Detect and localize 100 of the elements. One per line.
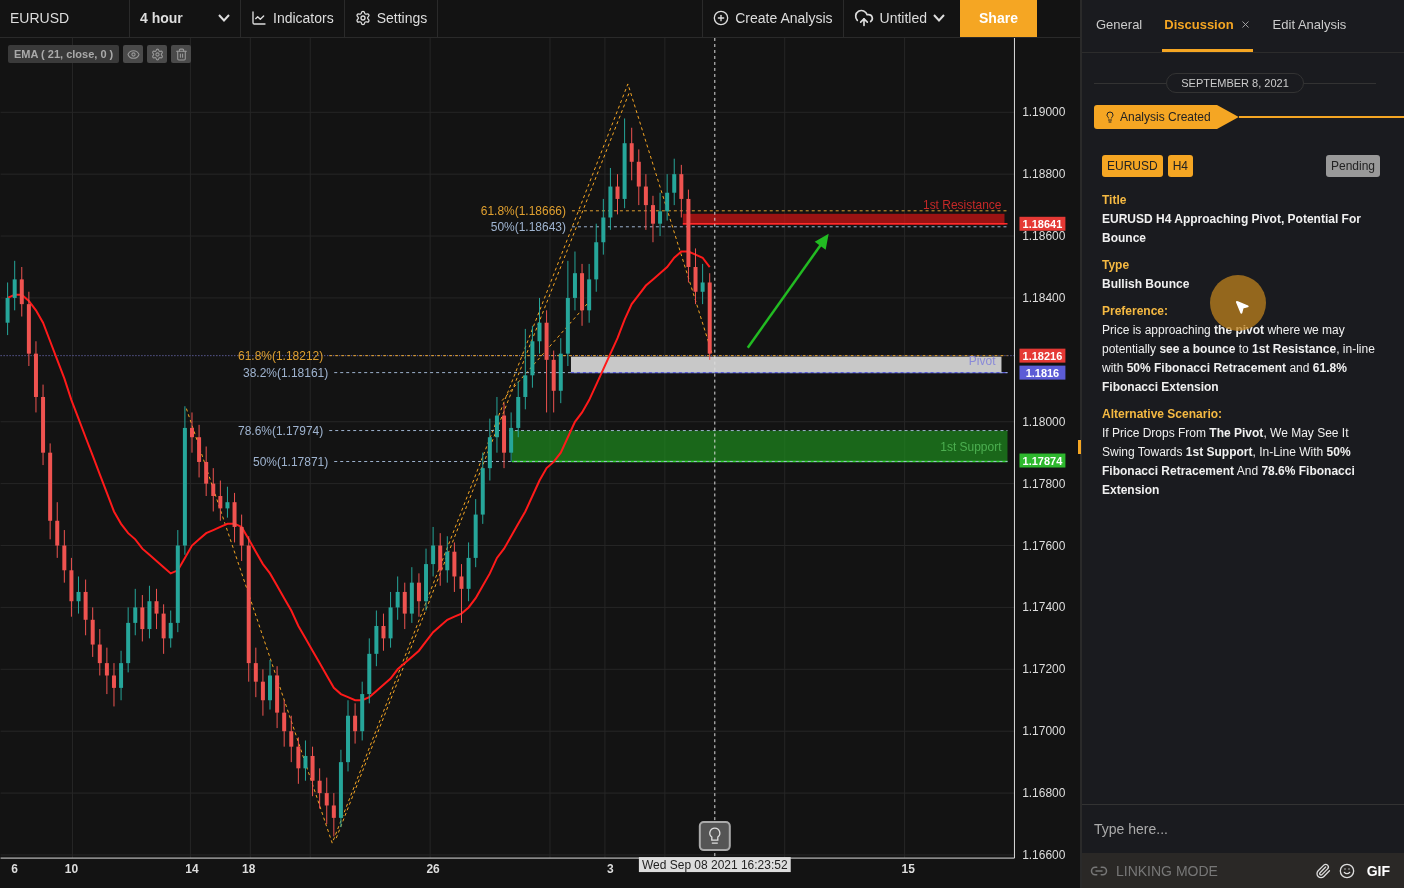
file-dropdown[interactable]: Untitled (843, 0, 956, 37)
candle (424, 548, 429, 611)
price-axis-label: 1.18000 (1022, 414, 1066, 429)
message-input[interactable]: Type here... (1092, 820, 1394, 838)
candle (360, 681, 365, 741)
candle (76, 575, 81, 615)
section-heading: Preference: (1102, 303, 1169, 320)
candle (665, 173, 670, 222)
support-zone[interactable] (512, 430, 1008, 462)
settings-button[interactable]: Settings (344, 0, 439, 37)
candle (353, 702, 358, 745)
section-heading: Alternative Scenario: (1102, 406, 1223, 423)
candle (140, 594, 145, 642)
candle (154, 588, 159, 630)
candle (90, 606, 95, 658)
candle (253, 647, 258, 698)
candle (232, 492, 237, 543)
candle (282, 699, 287, 748)
zone-label: 1st Support (940, 439, 1002, 454)
candle (693, 247, 698, 305)
chevron-down-icon (218, 14, 230, 23)
candle (672, 158, 677, 206)
section-heading: Title (1102, 192, 1127, 209)
fibonacci-label: 38.2%(1.18161) (243, 365, 329, 380)
settings-icon (150, 47, 164, 61)
price-axis-label: 1.18400 (1022, 290, 1066, 305)
candle (225, 486, 230, 519)
visibility-button[interactable] (123, 45, 144, 63)
price-axis-label: 1.17800 (1022, 476, 1066, 491)
candle (459, 563, 464, 624)
candle (289, 715, 294, 763)
candle (502, 402, 507, 469)
candle (473, 498, 478, 568)
fibonacci-label: 61.8%(1.18666) (480, 203, 566, 218)
paperclip-icon[interactable] (1314, 862, 1331, 879)
resize-handle[interactable] (1078, 440, 1081, 454)
candle (374, 609, 379, 667)
candle (112, 662, 116, 707)
indicators-button[interactable]: Indicators (241, 0, 345, 37)
symbol-field[interactable]: EURUSD (0, 0, 130, 37)
indicator-settings-button[interactable] (147, 45, 168, 63)
price-badge-value: 1.18216 (1022, 349, 1063, 362)
status-badge: Pending (1325, 155, 1380, 177)
delete-button[interactable] (171, 45, 192, 63)
panel-tab[interactable]: Discussion (1162, 0, 1253, 52)
price-badge-value: 1.18641 (1022, 217, 1063, 230)
candle (190, 411, 194, 454)
create-analysis-button[interactable]: Create Analysis (703, 0, 844, 37)
price-axis-label: 1.16800 (1022, 786, 1066, 801)
zone-label: Pivot (968, 353, 996, 368)
candle (381, 613, 386, 652)
time-axis-label: 6 (11, 862, 18, 876)
candle (55, 501, 60, 559)
candle (211, 467, 216, 512)
chart-icon (251, 10, 267, 27)
time-axis-label: 26 (426, 862, 440, 876)
candle (367, 637, 372, 704)
candle (409, 566, 414, 624)
section-text: If Price Drops From The Pivot, We May See It Swing Towards 1st Support, In-Line With 50% Fibonacci Retracement And 78.6% Fibonacci Extension (1102, 425, 1356, 499)
candle (402, 582, 407, 630)
timeframe-dropdown[interactable]: 4 hour (130, 0, 241, 37)
candle (168, 609, 173, 649)
panel-tab[interactable]: General (1094, 0, 1145, 52)
crosshair-time-label: Wed Sep 08 2021 16:23:52 (638, 857, 791, 872)
candle (558, 337, 563, 404)
time-axis-label: 10 (64, 862, 79, 876)
fibonacci-label: 50%(1.17871) (253, 454, 329, 469)
lightbulb-icon (1104, 111, 1116, 123)
candle (19, 266, 24, 317)
pivot-zone[interactable] (570, 356, 1002, 373)
candle (197, 424, 202, 478)
candle (651, 195, 655, 243)
candle (275, 665, 280, 729)
candle (126, 606, 131, 673)
smile-icon[interactable] (1338, 862, 1355, 879)
candle (133, 588, 138, 636)
price-axis-label: 1.17200 (1022, 662, 1066, 677)
section-text: EURUSD H4 Approaching Pivot, Potential For Bounce (1102, 211, 1362, 247)
resistance-zone[interactable] (682, 213, 1005, 225)
cursor-icon (1234, 299, 1250, 315)
candle (601, 198, 606, 256)
panel-tab[interactable]: Edit Analysis (1270, 0, 1349, 52)
plus-circle-icon (713, 10, 730, 27)
candle (388, 591, 393, 649)
candle (658, 192, 663, 237)
tag: H4 (1167, 155, 1193, 177)
candle (62, 529, 67, 584)
indicator-legend: EMA ( 21, close, 0 ) (8, 45, 120, 63)
idea-marker[interactable] (698, 821, 731, 852)
gif-button[interactable]: GIF (1362, 862, 1394, 879)
trash-icon (174, 47, 188, 61)
candle (445, 535, 450, 584)
settings-icon (354, 10, 371, 27)
close-icon[interactable] (1239, 19, 1251, 30)
tag: EURUSD (1102, 155, 1163, 177)
candle (296, 736, 301, 785)
price-badge-value: 1.17874 (1022, 454, 1063, 467)
candle (204, 445, 209, 497)
section-text: Price is approaching the pivot where we may potentially see a bounce to 1st Resistance, in-line with 50% Fibonacci Retracement and 61.8% Fibonacci Extension (1102, 322, 1376, 396)
candle (239, 514, 244, 562)
